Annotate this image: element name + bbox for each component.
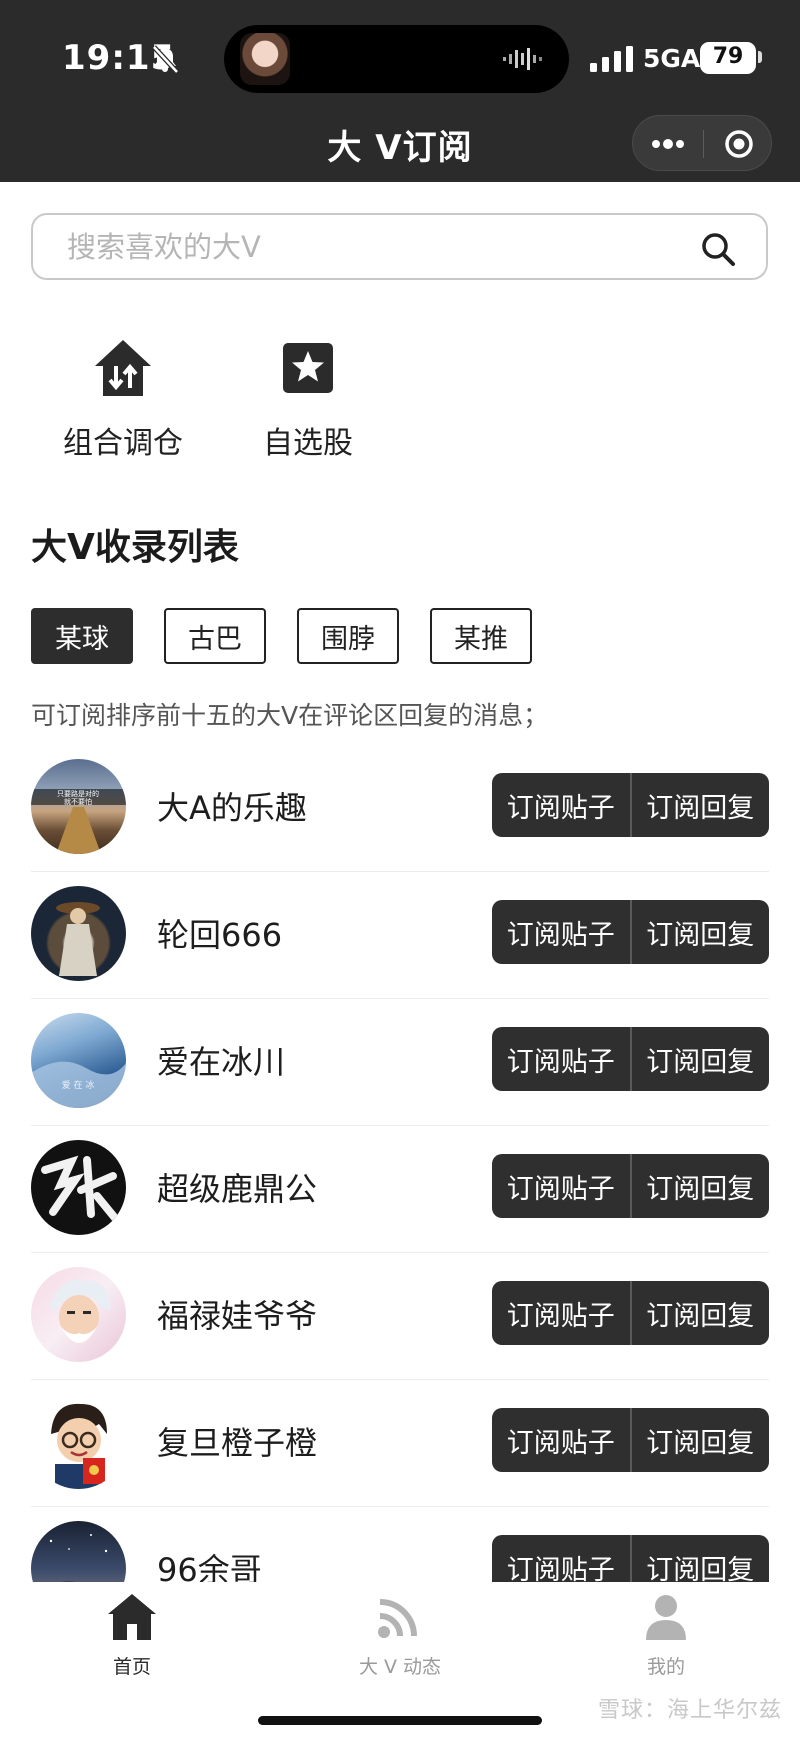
star-box-icon [283, 343, 333, 393]
subscribe-posts-button[interactable]: 订阅贴子 [492, 1154, 630, 1218]
subscribe-replies-button[interactable]: 订阅回复 [629, 900, 770, 964]
glacier-image: 爱 在 冰 [31, 1061, 126, 1108]
influencer-name: 轮回666 [157, 916, 283, 954]
rss-icon [378, 1599, 417, 1638]
subscribe-button-group: 订阅贴子 订阅回复 [492, 773, 769, 837]
tab-label: 我的 [646, 1656, 685, 1678]
quick-action-label: 组合调仓 [63, 426, 183, 461]
tab-label: 大 V 动态 [358, 1656, 442, 1678]
avatar-caption: 爱 在 冰 [62, 1079, 95, 1091]
filter-tab-weibo[interactable]: 围脖 [297, 608, 399, 664]
avatar[interactable]: 爱 在 冰 [31, 1013, 126, 1108]
subscribe-replies-button[interactable]: 订阅回复 [629, 1535, 770, 1582]
signal-icon [590, 46, 633, 72]
mini-program-capsule [632, 115, 772, 171]
road-image: 只要路是对的 就不要怕 [31, 789, 126, 854]
filter-tab-xueqiu[interactable]: 某球 [31, 608, 133, 664]
subscribe-posts-button[interactable]: 订阅贴子 [492, 1281, 630, 1345]
avatar[interactable] [31, 1267, 126, 1362]
influencer-name: 大A的乐趣 [157, 789, 307, 827]
avatar[interactable] [31, 1394, 126, 1489]
subscribe-posts-button[interactable]: 订阅贴子 [492, 1027, 630, 1091]
list-item: 爱 在 冰 爱在冰川 订阅贴子 订阅回复 [31, 999, 769, 1126]
avatar[interactable] [31, 1140, 126, 1235]
filter-tab-guba[interactable]: 古巴 [164, 608, 266, 664]
cartoon-boy-image [51, 1403, 107, 1489]
avatar[interactable] [31, 886, 126, 981]
quick-action-rebalance[interactable]: 组合调仓 [38, 336, 208, 462]
filter-tab-twitter[interactable]: 某推 [430, 608, 532, 664]
influencer-name: 复旦橙子橙 [157, 1424, 318, 1462]
section-title: 大V收录列表 [31, 527, 239, 568]
list-item: 轮回666 订阅贴子 订阅回复 [31, 872, 769, 999]
bottom-tab-bar: 首页 大 V 动态 我的 雪球：海上华尔兹 [0, 1582, 800, 1738]
avatar-caption-bottom: 就不要怕 [64, 797, 92, 806]
battery-level: 79 [712, 44, 744, 69]
subscribe-button-group: 订阅贴子 订阅回复 [492, 1535, 769, 1582]
network-label: 5GA [643, 44, 701, 73]
subscribe-replies-button[interactable]: 订阅回复 [629, 773, 770, 837]
search-box [31, 213, 768, 280]
list-item: 只要路是对的 就不要怕 大A的乐趣 订阅贴子 订阅回复 [31, 745, 769, 872]
audio-wave-icon [503, 48, 542, 70]
subscription-hint: 可订阅排序前十五的大V在评论区回复的消息； [31, 701, 549, 730]
search-icon[interactable] [700, 231, 736, 267]
subscribe-posts-button[interactable]: 订阅贴子 [492, 1408, 630, 1472]
subscribe-replies-button[interactable]: 订阅回复 [629, 1027, 770, 1091]
subscribe-button-group: 订阅贴子 订阅回复 [492, 1281, 769, 1345]
tab-home[interactable]: 首页 [52, 1592, 212, 1679]
tab-profile[interactable]: 我的 [586, 1592, 746, 1679]
list-item: 复旦橙子橙 订阅贴子 订阅回复 [31, 1380, 769, 1507]
close-button[interactable] [704, 116, 773, 172]
quick-action-label: 自选股 [263, 426, 353, 461]
bell-off-icon [152, 45, 179, 74]
influencer-name: 爱在冰川 [157, 1043, 286, 1081]
list-item: 96余哥 订阅贴子 订阅回复 [31, 1507, 769, 1582]
quick-action-watchlist[interactable]: 自选股 [223, 336, 393, 462]
calligraphy-image [41, 1155, 119, 1222]
filter-tabs: 某球 古巴 围脖 某推 [31, 608, 532, 664]
more-dots-icon [652, 139, 684, 149]
list-item: 福禄娃爷爷 订阅贴子 订阅回复 [31, 1253, 769, 1380]
home-indicator [258, 1716, 542, 1725]
target-close-icon [724, 130, 753, 158]
now-playing-avatar [240, 33, 290, 85]
grandpa-image [49, 1280, 111, 1343]
influencer-name: 超级鹿鼎公 [157, 1170, 318, 1208]
battery-nub [758, 51, 762, 63]
subscribe-posts-button[interactable]: 订阅贴子 [492, 900, 630, 964]
list-item: 超级鹿鼎公 订阅贴子 订阅回复 [31, 1126, 769, 1253]
influencer-name: 福禄娃爷爷 [157, 1297, 318, 1335]
avatar[interactable]: 只要路是对的 就不要怕 [31, 759, 126, 854]
subscribe-replies-button[interactable]: 订阅回复 [629, 1281, 770, 1345]
more-button[interactable] [633, 116, 703, 172]
subscribe-posts-button[interactable]: 订阅贴子 [492, 1535, 630, 1583]
subscribe-button-group: 订阅贴子 订阅回复 [492, 1154, 769, 1218]
battery-icon: 79 [700, 42, 756, 74]
search-input[interactable] [67, 225, 667, 269]
influencer-list: 只要路是对的 就不要怕 大A的乐趣 订阅贴子 订阅回复 轮回666 订阅贴子 订… [0, 745, 800, 1582]
subscribe-button-group: 订阅贴子 订阅回复 [492, 1408, 769, 1472]
person-icon [646, 1595, 686, 1640]
wanderer-image [56, 902, 100, 976]
night-sky-image [49, 1534, 126, 1582]
watermark: 雪球：海上华尔兹 [597, 1698, 782, 1723]
avatar-caption-top: 只要路是对的 [57, 789, 99, 798]
tab-influencer-feed[interactable]: 大 V 动态 [320, 1592, 480, 1679]
subscribe-posts-button[interactable]: 订阅贴子 [492, 773, 630, 837]
top-bar: 19:15 5GA 79 大 V订阅 [0, 0, 800, 182]
subscribe-button-group: 订阅贴子 订阅回复 [492, 1027, 769, 1091]
home-icon [108, 1594, 156, 1640]
influencer-name: 96余哥 [157, 1551, 262, 1582]
subscribe-replies-button[interactable]: 订阅回复 [629, 1408, 770, 1472]
avatar[interactable] [31, 1521, 126, 1582]
dynamic-island[interactable] [224, 25, 569, 93]
subscribe-button-group: 订阅贴子 订阅回复 [492, 900, 769, 964]
home-arrows-icon [95, 340, 151, 396]
tab-label: 首页 [112, 1656, 151, 1678]
subscribe-replies-button[interactable]: 订阅回复 [629, 1154, 770, 1218]
